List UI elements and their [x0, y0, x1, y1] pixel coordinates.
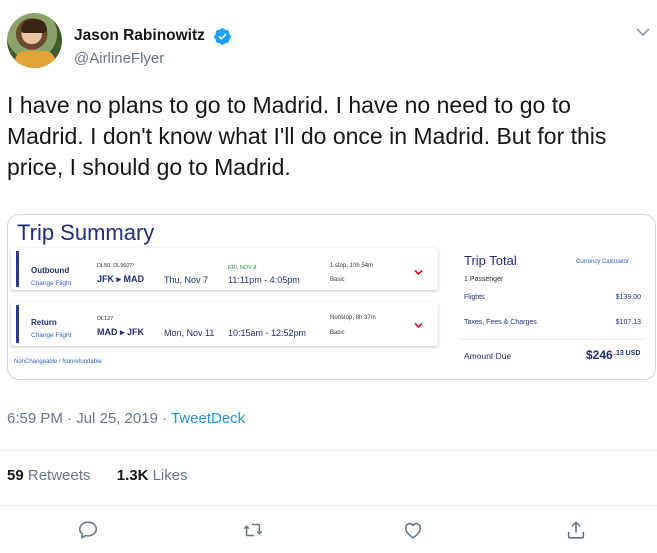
author-name[interactable]: Jason Rabinowitz — [74, 27, 205, 45]
source-link[interactable]: TweetDeck — [171, 410, 245, 427]
leg-label: Outbound — [31, 266, 70, 275]
retweets-label: Retweets — [23, 467, 91, 484]
arrival-date-note: FRI, NOV 8 — [228, 265, 257, 271]
leg-times: 11:11pm - 4:05pm — [228, 275, 300, 285]
outbound-leg: Outbound Change Flight DL50, DL9607¹ JFK… — [11, 248, 438, 290]
amount-due-cents: .13 USD — [614, 350, 641, 357]
trip-summary-image[interactable]: Trip Summary Outbound Change Flight DL50… — [7, 214, 656, 380]
retweets-count: 59 — [7, 467, 24, 484]
tweet-timestamp: 6:59 PM · Jul 25, 2019 · TweetDeck — [7, 410, 245, 427]
divider — [460, 339, 645, 340]
flight-number: DL50, DL9607¹ — [97, 263, 135, 269]
route: JFK ▸ MAD — [97, 274, 145, 284]
leg-date: Mon, Nov 11 — [164, 328, 215, 338]
avatar[interactable] — [7, 13, 62, 68]
share-button[interactable] — [563, 517, 589, 543]
trip-total-title: Trip Total — [464, 253, 517, 268]
taxes-value: $107.13 — [615, 319, 641, 326]
taxes-label: Taxes, Fees & Charges — [464, 319, 537, 326]
divider — [0, 505, 657, 506]
fare-class: Basic — [330, 277, 345, 283]
flights-label: Flights — [464, 294, 485, 301]
retweet-button[interactable] — [240, 517, 266, 543]
author-handle[interactable]: @AirlineFlyer — [74, 50, 164, 67]
fare-restriction-note: NonChangeable / Nonrefundable — [14, 359, 102, 365]
chevron-down-icon — [414, 322, 423, 329]
leg-label: Return — [31, 318, 57, 327]
tweet-text: I have no plans to go to Madrid. I have … — [7, 92, 607, 180]
retweets-stat[interactable]: 59 Retweets — [7, 467, 90, 484]
fare-class: Basic — [330, 330, 345, 336]
likes-stat[interactable]: 1.3K Likes — [117, 467, 188, 484]
like-button[interactable] — [400, 517, 426, 543]
leg-stops: Nonstop, 8h 37m — [330, 315, 376, 321]
amount-due-label: Amount Due — [464, 351, 512, 361]
leg-accent-bar — [16, 305, 19, 343]
currency-calculator-link: Currency Calculator — [576, 259, 630, 265]
likes-label: Likes — [148, 467, 188, 484]
route: MAD ▸ JFK — [97, 327, 145, 337]
flight-number: DL127 — [97, 316, 114, 322]
share-icon — [567, 521, 585, 539]
leg-date: Thu, Nov 7 — [164, 275, 209, 285]
card-title: Trip Summary — [17, 220, 155, 245]
change-flight-link: Change Flight — [31, 280, 72, 287]
divider — [0, 450, 657, 451]
caret-down-icon[interactable] — [636, 27, 650, 37]
chevron-down-icon — [414, 269, 423, 276]
return-leg: Return Change Flight DL127 MAD ▸ JFK Mon… — [11, 302, 438, 346]
avatar-shirt — [15, 51, 55, 68]
retweet-icon — [243, 523, 263, 537]
leg-times: 10:15am - 12:52pm — [228, 328, 307, 338]
verified-badge-icon — [214, 28, 231, 45]
leg-stops: 1 stop, 10h 54m — [330, 263, 374, 269]
flights-value: $139.00 — [615, 294, 641, 301]
likes-count: 1.3K — [116, 467, 149, 484]
engagement-stats: 59 Retweets 1.3K Likes — [7, 467, 188, 484]
timestamp-text[interactable]: 6:59 PM · Jul 25, 2019 · — [7, 410, 171, 427]
like-icon — [404, 522, 422, 539]
change-flight-link: Change Flight — [31, 332, 72, 339]
reply-icon — [78, 521, 98, 539]
passenger-count: 1 Passenger — [464, 276, 504, 283]
amount-due-value: $246 — [586, 348, 613, 362]
avatar-hair — [21, 19, 47, 33]
reply-button[interactable] — [75, 517, 101, 543]
leg-accent-bar — [16, 251, 19, 287]
